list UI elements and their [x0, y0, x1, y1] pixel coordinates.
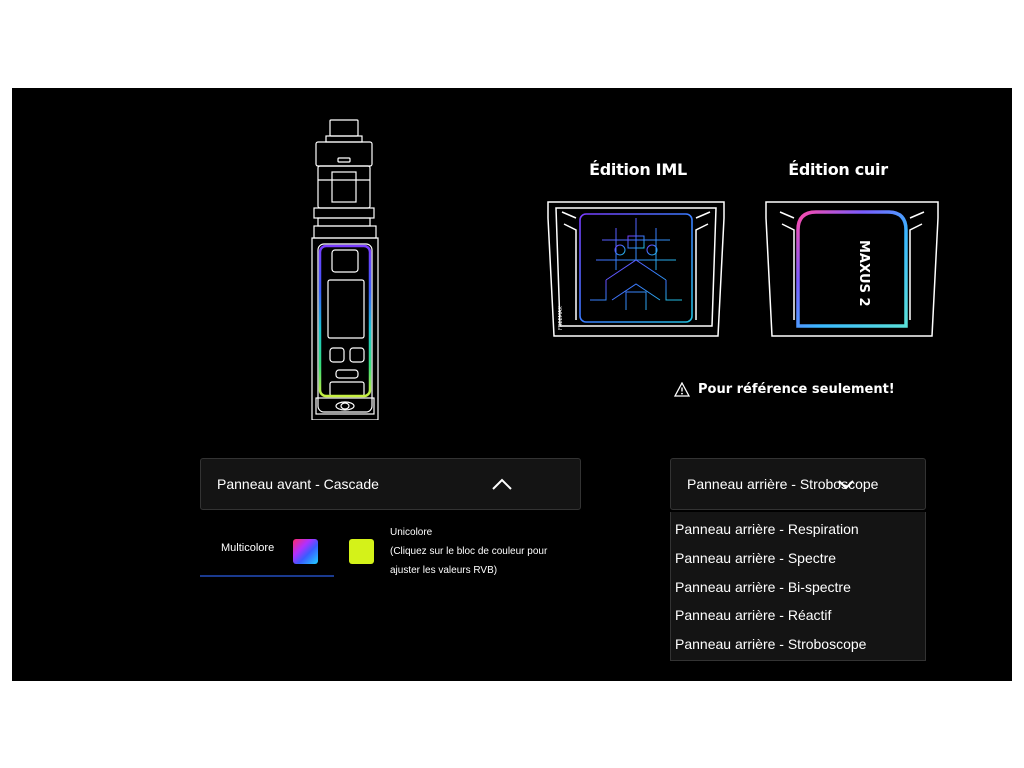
reference-note: Pour référence seulement!: [674, 382, 895, 397]
product-stage: Édition IML Édition cuir FREEMAX MAXUS 2…: [12, 88, 1012, 681]
dropdown-option-reactif[interactable]: Panneau arrière - Réactif: [671, 601, 925, 630]
dropdown-option-bi-spectre[interactable]: Panneau arrière - Bi-spectre: [671, 573, 925, 602]
multicolor-label: Multicolore: [221, 542, 275, 554]
back-panel-dropdown-list: Panneau arrière - Respiration Panneau ar…: [670, 512, 926, 661]
unicolor-hint: (Cliquez sur le bloc de couleur pour aju…: [390, 546, 548, 576]
leather-edition-panel-image: MAXUS 2: [765, 201, 939, 337]
chevron-up-icon[interactable]: [491, 477, 513, 491]
iml-edition-title: Édition IML: [589, 160, 687, 179]
device-illustration: [311, 119, 379, 420]
reference-note-text: Pour référence seulement!: [698, 382, 895, 397]
dropdown-option-spectre[interactable]: Panneau arrière - Spectre: [671, 544, 925, 573]
multicolor-option[interactable]: Multicolore: [200, 528, 334, 578]
unicolor-label: Unicolore: [390, 527, 433, 538]
iml-panel-brand-text: FREEMAX: [558, 306, 564, 330]
back-panel-select[interactable]: Panneau arrière - Stroboscope: [670, 458, 926, 510]
leather-edition-title: Édition cuir: [788, 160, 888, 179]
leather-panel-brand-text: MAXUS 2: [856, 240, 871, 307]
warning-icon: [674, 382, 690, 397]
multicolor-active-underline: [200, 575, 334, 577]
dropdown-option-respiration[interactable]: Panneau arrière - Respiration: [671, 515, 925, 544]
front-panel-select[interactable]: Panneau avant - Cascade: [200, 458, 581, 510]
multicolor-swatch[interactable]: [293, 539, 318, 564]
unicolor-swatch[interactable]: [349, 539, 374, 564]
dropdown-option-stroboscope[interactable]: Panneau arrière - Stroboscope: [671, 630, 925, 659]
chevron-down-icon[interactable]: [837, 479, 855, 491]
iml-edition-panel-image: FREEMAX: [547, 201, 725, 337]
front-panel-selected-label: Panneau avant - Cascade: [217, 476, 379, 492]
